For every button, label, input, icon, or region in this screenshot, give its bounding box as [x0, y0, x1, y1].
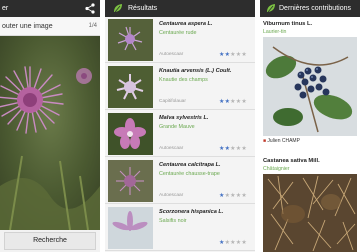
result-thumbnail [108, 207, 153, 249]
contribution-scientific-name[interactable]: Castanea sativa Mill. [263, 158, 320, 164]
result-thumbnail [108, 113, 153, 155]
common-name: Grande Mauve [159, 124, 195, 130]
scientific-name: Malva sylvestris L. [159, 115, 209, 121]
leaf-logo-icon [114, 4, 122, 13]
query-flower-photo [0, 36, 100, 230]
scientific-name: Scorzonera hispanica L. [159, 209, 224, 215]
common-name: Centaurée chausse-trape [159, 171, 220, 177]
result-thumbnail [108, 66, 153, 108]
contribution-author: ■ Julien CHAMP [263, 138, 300, 144]
share-icon[interactable] [85, 3, 95, 14]
scientific-name: Knautia arvensis (L.) Coult. [159, 68, 232, 74]
contribution-photo[interactable] [263, 37, 357, 136]
organ-label: Capitifolauar [159, 99, 186, 104]
contribution-photo[interactable] [263, 174, 357, 252]
contribution-common-name: Laurier-tin [263, 29, 287, 35]
result-row[interactable]: Scorzonera hispanica L. Salsifis noir ★★… [105, 205, 255, 251]
action-bar: Résultats [105, 0, 255, 17]
contribution-common-name: Châtaignier [263, 166, 290, 172]
result-thumbnail [108, 160, 153, 202]
rating-stars: ★★★★★ [219, 99, 247, 105]
organ-label: Autoescaar [159, 146, 184, 151]
common-name: Centaurée rude [159, 30, 197, 36]
screen-title: er [2, 5, 9, 12]
screen-title: Résultats [128, 5, 158, 12]
result-row[interactable]: Centaurea aspera L. Centaurée rude Autoe… [105, 17, 255, 63]
add-image-row[interactable]: outer une image 1/4 [0, 17, 100, 36]
contributions-screen: Dernières contributions Viburnum tinus L… [260, 0, 360, 252]
identify-screen: er outer une image 1/4 Recherche [0, 0, 100, 252]
organ-label: Autoescaar [159, 52, 184, 57]
rating-stars: ★★★★★ [219, 193, 247, 199]
scientific-name: Centaurea aspera L. [159, 21, 213, 27]
action-bar: er [0, 0, 100, 17]
result-thumbnail [108, 19, 153, 61]
results-screen: Résultats Centaurea aspera L. Centaurée … [105, 0, 255, 252]
author-name: Julien CHAMP [267, 138, 300, 144]
organ-label: Autoescaar [159, 193, 184, 198]
contribution-scientific-name[interactable]: Viburnum tinus L. [263, 21, 312, 27]
action-bar: Dernières contributions [260, 0, 360, 17]
add-image-label: outer une image [2, 23, 53, 30]
rating-stars: ★★★★★ [219, 52, 247, 58]
leaf-logo-icon [267, 4, 275, 13]
scientific-name: Centaurea calcitrapa L. [159, 162, 221, 168]
rating-stars: ★★★★★ [219, 146, 247, 152]
common-name: Salsifis noir [159, 218, 187, 224]
common-name: Knautie des champs [159, 77, 208, 83]
screen-title: Dernières contributions [279, 5, 351, 12]
results-list: Centaurea aspera L. Centaurée rude Autoe… [105, 17, 255, 252]
user-icon: ■ [263, 138, 267, 144]
image-counter: 1/4 [88, 23, 97, 29]
rating-stars: ★★★★★ [219, 240, 247, 246]
search-button[interactable]: Recherche [4, 232, 96, 250]
result-row[interactable]: Malva sylvestris L. Grande Mauve Autoesc… [105, 111, 255, 157]
result-row[interactable]: Knautia arvensis (L.) Coult. Knautie des… [105, 64, 255, 110]
result-row[interactable]: Centaurea calcitrapa L. Centaurée chauss… [105, 158, 255, 204]
